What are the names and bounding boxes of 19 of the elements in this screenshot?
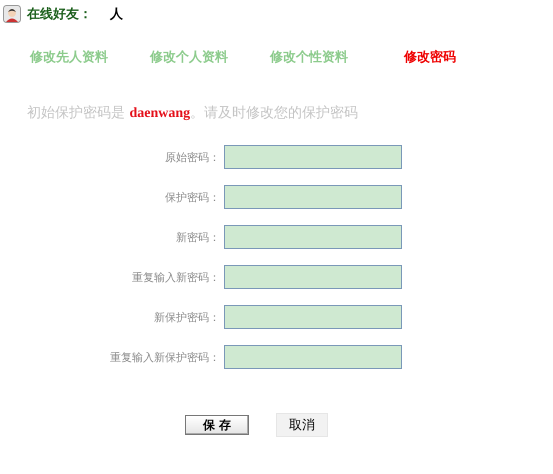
online-friends-label: 在线好友： [27,6,92,23]
password-field[interactable] [224,145,402,169]
password-field[interactable] [224,185,402,209]
field-label: 重复输入新保护密码： [109,350,221,364]
online-friends-count: 人 [110,6,123,23]
password-field[interactable] [224,345,402,369]
avatar-icon [3,5,21,23]
password-field[interactable] [224,265,402,289]
save-button[interactable]: 保 存 [185,415,249,435]
field-label: 保护密码： [164,190,221,204]
notice-text: 初始保护密码是 daenwang。请及时修改您的保护密码 [27,104,360,122]
field-label: 重复输入新密码： [131,270,221,284]
cancel-button[interactable]: 取消 [276,413,328,437]
field-label: 新密码： [175,230,221,244]
field-label: 新保护密码： [153,310,221,324]
password-field[interactable] [224,225,402,249]
tab[interactable]: 修改密码 [404,48,524,66]
password-field[interactable] [224,305,402,329]
field-label: 原始密码： [164,150,221,164]
